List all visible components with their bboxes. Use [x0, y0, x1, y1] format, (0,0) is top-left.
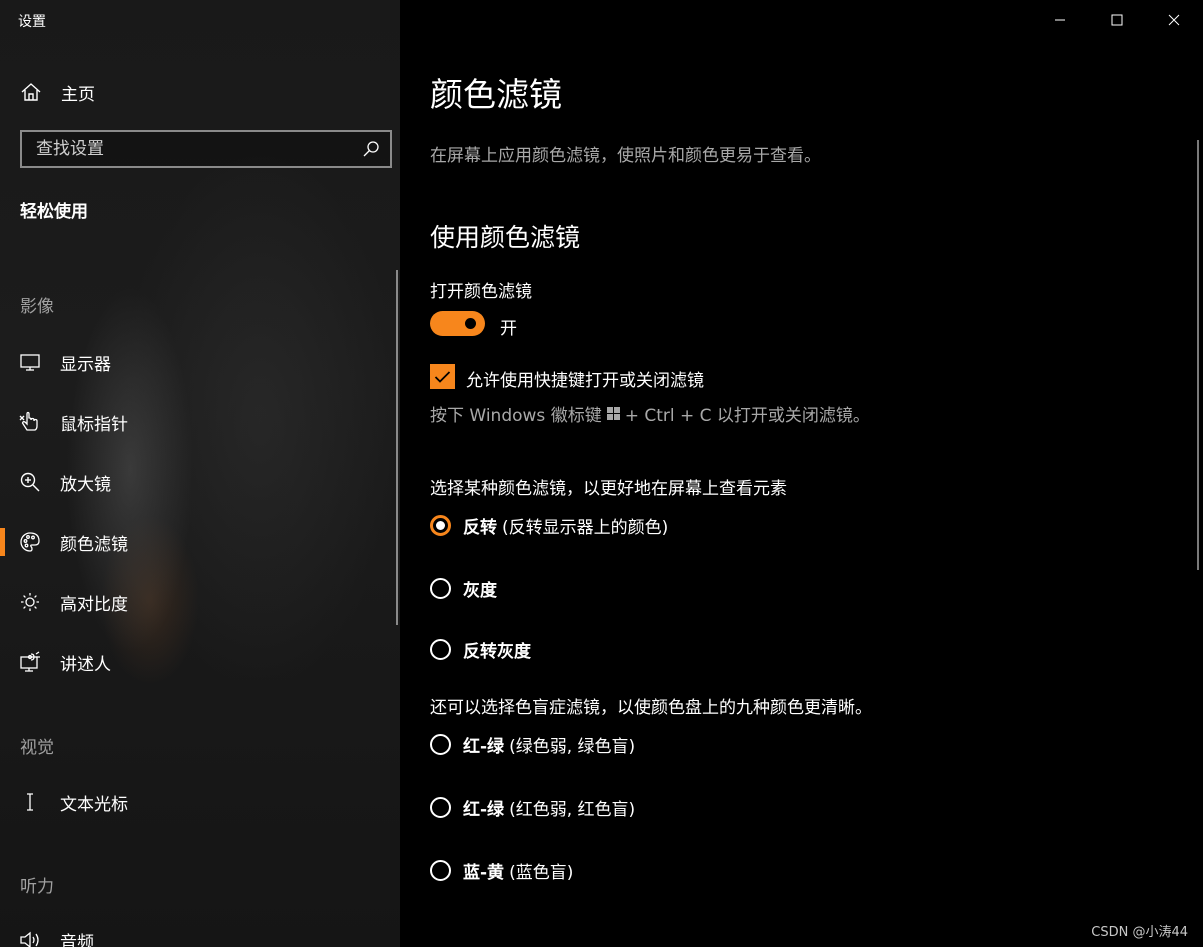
palette-icon — [20, 532, 40, 552]
main-scrollbar[interactable] — [1197, 140, 1199, 570]
sidebar: 设置 主页 轻松使用 影像 显示器 鼠标指针 放大镜 — [0, 0, 400, 947]
sidebar-item-label: 放大镜 — [60, 474, 111, 495]
toggle-state-text: 开 — [500, 319, 517, 339]
sidebar-item-color-filters[interactable]: 颜色滤镜 — [0, 526, 395, 558]
filter-desc: (绿色弱, 绿色盲) — [509, 736, 636, 757]
nav-home-label: 主页 — [61, 84, 95, 105]
filter-name: 反转 — [463, 517, 497, 538]
color-filter-toggle[interactable] — [430, 311, 485, 336]
shortcut-hint-after: + Ctrl + C 以打开或关闭滤镜。 — [624, 406, 870, 426]
close-button[interactable] — [1158, 4, 1190, 36]
radio-button[interactable] — [430, 796, 451, 818]
brightness-icon — [21, 593, 39, 611]
shortcut-checkbox-label[interactable]: 允许使用快捷键打开或关闭滤镜 — [466, 366, 704, 391]
speaker-icon — [20, 931, 39, 947]
radio-button[interactable] — [430, 733, 451, 755]
minimize-icon — [1055, 19, 1065, 21]
radio-button[interactable] — [430, 638, 451, 660]
toggle-knob — [465, 318, 476, 329]
filter-option-protanopia[interactable]: 红-绿 (红色弱, 红色盲) — [430, 794, 635, 820]
monitor-icon — [20, 354, 40, 371]
close-icon — [1168, 14, 1180, 26]
filter-option-deuteranopia[interactable]: 红-绿 (绿色弱, 绿色盲) — [430, 731, 635, 757]
colorblind-prompt: 还可以选择色盲症滤镜，以使颜色盘上的九种颜色更清晰。 — [430, 698, 872, 718]
sidebar-item-mouse-pointer[interactable]: 鼠标指针 — [0, 406, 395, 438]
nav-home[interactable]: 主页 — [20, 78, 380, 106]
window-title: 设置 — [18, 14, 46, 30]
main-content: 颜色滤镜 在屏幕上应用颜色滤镜，使照片和颜色更易于查看。 使用颜色滤镜 打开颜色… — [400, 0, 1203, 947]
sidebar-item-label: 音频 — [60, 932, 94, 947]
filter-option-tritanopia[interactable]: 蓝-黄 (蓝色盲) — [430, 857, 573, 883]
filter-name: 灰度 — [463, 580, 497, 601]
watermark: CSDN @小涛44 — [1091, 925, 1188, 940]
search-box[interactable] — [20, 130, 392, 168]
sidebar-item-label: 文本光标 — [60, 794, 128, 815]
maximize-icon — [1111, 14, 1123, 26]
sidebar-item-magnifier[interactable]: 放大镜 — [0, 466, 395, 498]
filter-desc: (反转显示器上的颜色) — [502, 517, 669, 538]
checkmark-icon — [434, 370, 451, 383]
filter-option-grayscale[interactable]: 灰度 — [430, 575, 497, 601]
sidebar-item-audio[interactable]: 音频 — [0, 924, 395, 947]
sidebar-item-narrator[interactable]: 讲述人 — [0, 646, 395, 678]
minimize-button[interactable] — [1044, 4, 1076, 36]
filter-name: 红-绿 — [463, 799, 505, 820]
sidebar-item-label: 讲述人 — [60, 654, 111, 675]
filter-name: 反转灰度 — [463, 641, 531, 662]
sidebar-item-high-contrast[interactable]: 高对比度 — [0, 586, 395, 618]
windows-logo-icon — [606, 407, 620, 420]
section-heading-visual: 视觉 — [20, 738, 54, 758]
home-icon — [21, 83, 41, 101]
filter-name: 蓝-黄 — [463, 862, 505, 883]
sidebar-item-label: 显示器 — [60, 354, 111, 375]
narrator-icon — [20, 651, 40, 672]
filter-prompt: 选择某种颜色滤镜，以更好地在屏幕上查看元素 — [430, 479, 787, 499]
text-cursor-icon — [27, 793, 33, 811]
section-heading-vision: 影像 — [20, 297, 54, 317]
filter-option-inverted-grayscale[interactable]: 反转灰度 — [430, 636, 531, 662]
section-title: 使用颜色滤镜 — [430, 223, 581, 252]
sidebar-scrollbar[interactable] — [396, 270, 398, 625]
filter-option-invert[interactable]: 反转 (反转显示器上的颜色) — [430, 512, 668, 538]
maximize-button[interactable] — [1101, 4, 1133, 36]
page-title: 颜色滤镜 — [430, 75, 562, 114]
shortcut-hint: 按下 Windows 徽标键 + Ctrl + C 以打开或关闭滤镜。 — [430, 401, 870, 426]
sidebar-item-label: 颜色滤镜 — [60, 534, 128, 555]
sidebar-item-label: 高对比度 — [60, 594, 128, 615]
shortcut-hint-before: 按下 Windows 徽标键 — [430, 406, 602, 426]
sidebar-item-text-cursor[interactable]: 文本光标 — [0, 786, 395, 818]
radio-button[interactable] — [430, 859, 451, 881]
page-description: 在屏幕上应用颜色滤镜，使照片和颜色更易于查看。 — [430, 146, 821, 166]
magnifier-icon — [20, 472, 40, 492]
sidebar-item-display[interactable]: 显示器 — [0, 346, 395, 378]
shortcut-checkbox[interactable] — [430, 364, 455, 389]
radio-button[interactable] — [430, 577, 451, 599]
search-icon[interactable] — [362, 140, 380, 158]
radio-button[interactable] — [430, 514, 451, 536]
section-heading-hearing: 听力 — [20, 877, 54, 897]
toggle-label: 打开颜色滤镜 — [430, 282, 532, 302]
sidebar-item-label: 鼠标指针 — [60, 414, 128, 435]
filter-desc: (红色弱, 红色盲) — [509, 799, 636, 820]
group-title: 轻松使用 — [20, 202, 88, 222]
filter-name: 红-绿 — [463, 736, 505, 757]
filter-desc: (蓝色盲) — [509, 862, 574, 883]
mouse-pointer-icon — [19, 411, 38, 431]
search-input[interactable] — [36, 139, 362, 159]
